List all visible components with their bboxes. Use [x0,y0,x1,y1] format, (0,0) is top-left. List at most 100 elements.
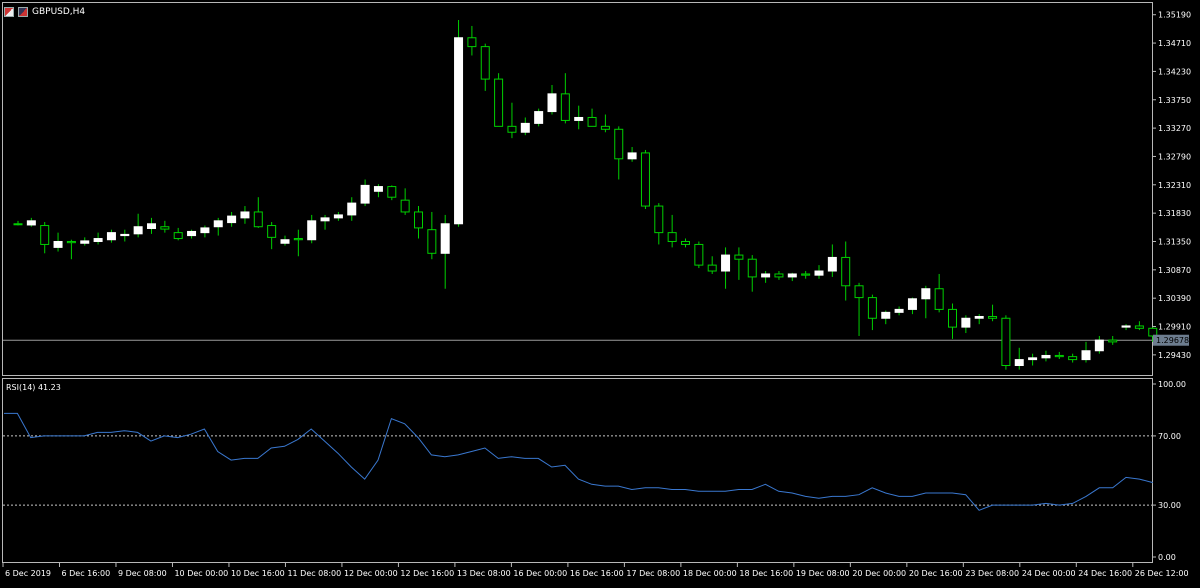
rsi-axis-label: 70.00 [1158,432,1181,441]
candle-body-bull [534,111,544,124]
candle-body-bull [814,270,824,276]
candle [654,203,664,245]
candle [1121,324,1131,331]
candle-body-bull [200,227,210,234]
chart-window-icon [4,7,14,17]
candle-body-bear [948,308,957,328]
candle [520,117,530,136]
candle [387,185,397,201]
candle [373,184,383,198]
candle [80,237,90,246]
candle-body-bull [574,116,584,121]
price-axis-label: 1.33750 [1158,96,1191,105]
candle-body-bear [707,264,717,272]
candle [761,271,771,283]
candle [160,220,170,233]
candle [427,211,437,260]
candle-body-bear [867,297,877,319]
candle-body-bear [667,232,677,242]
candle [894,306,904,316]
candle [854,282,864,336]
time-axis-label: 19 Dec 08:00 [796,569,850,578]
candle-body-bear [160,226,170,230]
candle-body-bear [1054,354,1064,358]
candle [1054,351,1064,360]
price-axis-label: 1.30390 [1158,294,1191,303]
candle-body-bull [213,220,223,228]
candle-body-bull [187,230,197,237]
time-axis-label: 6 Dec 2019 [5,569,51,578]
candle [173,227,183,241]
time-axis-label: 24 Dec 16:00 [1078,569,1132,578]
candle-body-bear [427,229,437,254]
rsi-axis-label: 100.00 [1158,380,1186,389]
candle [640,149,650,210]
candle-body-bull [1014,359,1024,367]
rsi-panel-frame [2,378,1153,563]
candle-body-bear [1001,317,1011,367]
time-axis-label: 18 Dec 16:00 [739,569,793,578]
chart-canvas[interactable]: 1.35190 1.34710 1.34230 1.33750 1.33270 1.327… [0,0,1200,584]
candle-body-bull [53,240,63,248]
candle [721,247,731,289]
price-axis-label: 1.29430 [1158,351,1191,360]
candle [841,241,851,301]
candle-body-bull [961,317,971,328]
candle [867,294,877,331]
candle [347,197,357,221]
candle-body-bull [761,273,771,278]
candle [787,272,797,282]
candle [13,220,23,226]
candle [774,271,784,280]
candle [961,315,971,334]
price-axis-label: 1.34230 [1158,67,1191,76]
candle [560,73,570,124]
price-axis-label: 1.32310 [1158,181,1191,190]
price-axis-label: 1.35190 [1158,11,1191,20]
candle-body-bear [253,211,263,228]
candle-body-bull [454,37,464,225]
candle-body-bear [560,93,570,121]
candle-body-bull [120,233,130,237]
time-axis-label: 11 Dec 08:00 [287,569,341,578]
current-price-label: 1.29678 [1156,336,1189,345]
candle [200,225,210,238]
candle-body-bull [974,315,984,319]
candle-body-bear [13,223,23,226]
candle [921,285,931,319]
candle-body-bear [494,78,504,127]
candle-body-bear [507,125,517,133]
candle-body-bull [333,214,343,219]
candle-body-bear [841,256,851,287]
time-axis-label: 9 Dec 08:00 [118,569,167,578]
time-axis-label: 10 Dec 16:00 [231,569,285,578]
candle-body-bull [520,122,530,133]
candle [133,213,143,238]
price-axis-label: 1.33270 [1158,124,1191,133]
rsi-line-group [4,412,1153,511]
candle-body-bear [267,225,277,238]
candle [600,114,610,133]
candle-body-bull [360,184,370,204]
candle-body-bull [1121,325,1131,328]
time-axis-label: 24 Dec 00:00 [1022,569,1076,578]
candle [734,247,744,280]
candle [948,303,957,339]
candle-body-bull [133,226,143,235]
candle [1014,347,1024,370]
candle [213,217,223,236]
candle-body-bull [280,239,290,244]
candle [320,214,330,230]
candle [307,214,317,244]
candle-body-bear [854,285,864,299]
candle [547,84,557,115]
candle-body-bear [747,258,757,278]
price-axis: 1.35190 1.34710 1.34230 1.33750 1.33270 1.327… [1152,11,1191,360]
candle [574,105,584,130]
symbol-flag-icon [18,7,28,17]
candle [1094,335,1104,354]
candle-body-bull [26,220,36,226]
time-axis-label: 20 Dec 00:00 [852,569,906,578]
candle-body-bear [587,116,597,127]
time-axis-label: 16 Dec 00:00 [513,569,567,578]
